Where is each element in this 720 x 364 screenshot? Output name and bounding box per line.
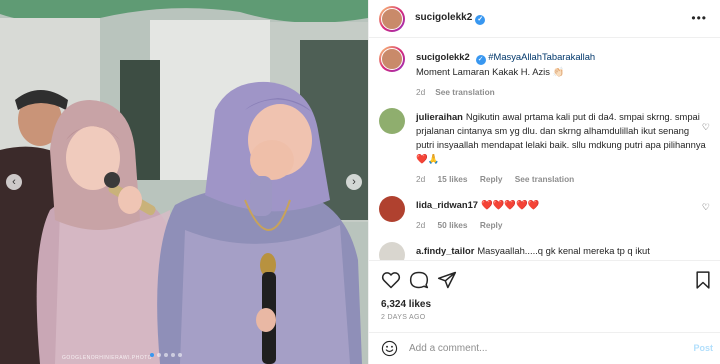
comment-text: Masyaallah.....q gk kenal mereka tp q ik… — [477, 245, 650, 256]
bookmark-icon[interactable] — [693, 270, 713, 290]
avatar[interactable] — [379, 242, 405, 260]
comment-composer: Post — [369, 333, 720, 364]
carousel-dot — [157, 353, 161, 357]
post-actions — [381, 270, 711, 292]
caption-text: Moment Lamaran Kakak H. Azis 👏🏻 — [416, 66, 565, 77]
avatar[interactable] — [379, 196, 405, 222]
comment-item: lida_ridwan17 ❤️❤️❤️❤️❤️ 2d 50 likes Repl… — [379, 196, 714, 232]
comment-like-heart-icon[interactable]: ♡ — [702, 122, 710, 133]
comment-username[interactable]: a.findy_tailor — [416, 245, 474, 256]
caption-time: 2d — [416, 87, 426, 97]
verified-badge-icon: ✓ — [475, 55, 486, 65]
comment-likes[interactable]: 50 likes — [438, 220, 468, 230]
heart-icon[interactable] — [381, 270, 401, 290]
post-side-panel: sucigolekk2 ✓ ••• sucigolekk2 ✓ #MasyaAlla… — [368, 0, 720, 364]
reply-button[interactable]: Reply — [480, 174, 503, 184]
reply-button[interactable]: Reply — [480, 220, 503, 230]
carousel-dots — [150, 353, 182, 357]
caption-row: sucigolekk2 ✓ #MasyaAllahTabarakallah Mom… — [379, 46, 714, 102]
see-translation-link[interactable]: See translation — [435, 87, 494, 97]
comment-item: a.findy_tailor Masyaallah.....q gk kenal … — [379, 242, 714, 260]
comment-item: julieraihan Ngikutin awal prtama kali put… — [379, 108, 714, 184]
post-comment-button[interactable]: Post — [693, 343, 713, 353]
share-icon[interactable] — [437, 270, 457, 290]
post-media[interactable]: ‹ › GOOGLENORHINIERAWI.PHOTO — [0, 0, 368, 364]
avatar[interactable] — [379, 108, 405, 134]
avatar[interactable] — [379, 46, 405, 72]
comment-time: 2d — [416, 174, 426, 184]
comment-input[interactable] — [409, 339, 669, 358]
comments-list[interactable]: sucigolekk2 ✓ #MasyaAllahTabarakallah Mom… — [369, 38, 720, 260]
carousel-dot — [171, 353, 175, 357]
comment-text: ❤️❤️❤️❤️❤️ — [481, 199, 540, 210]
comment-likes[interactable]: 15 likes — [438, 174, 468, 184]
post-date: 2 DAYS AGO — [381, 314, 426, 321]
comment-username[interactable]: julieraihan — [416, 111, 463, 122]
comment-time: 2d — [416, 220, 426, 230]
emoji-icon[interactable] — [381, 340, 398, 357]
comment-icon[interactable] — [409, 270, 429, 290]
see-translation-link[interactable]: See translation — [515, 174, 574, 184]
next-media-button[interactable]: › — [346, 174, 362, 190]
carousel-dot — [150, 353, 154, 357]
avatar[interactable] — [379, 5, 405, 32]
photo-watermark: GOOGLENORHINIERAWI.PHOTO — [62, 355, 153, 361]
carousel-dot — [178, 353, 182, 357]
caption-username[interactable]: sucigolekk2 — [416, 51, 470, 62]
caption-hashtag[interactable]: #MasyaAllahTabarakallah — [488, 51, 595, 62]
post-header: sucigolekk2 ✓ ••• — [369, 0, 720, 38]
post-photo — [0, 0, 368, 364]
author-username[interactable]: sucigolekk2 ✓ — [415, 12, 486, 25]
like-count[interactable]: 6,324 likes — [381, 299, 431, 310]
prev-media-button[interactable]: ‹ — [6, 174, 22, 190]
comment-like-heart-icon[interactable]: ♡ — [702, 202, 710, 213]
more-options-icon[interactable]: ••• — [691, 11, 707, 25]
comment-username[interactable]: lida_ridwan17 — [416, 199, 478, 210]
carousel-dot — [164, 353, 168, 357]
verified-badge-icon: ✓ — [475, 15, 486, 25]
divider — [369, 260, 720, 261]
